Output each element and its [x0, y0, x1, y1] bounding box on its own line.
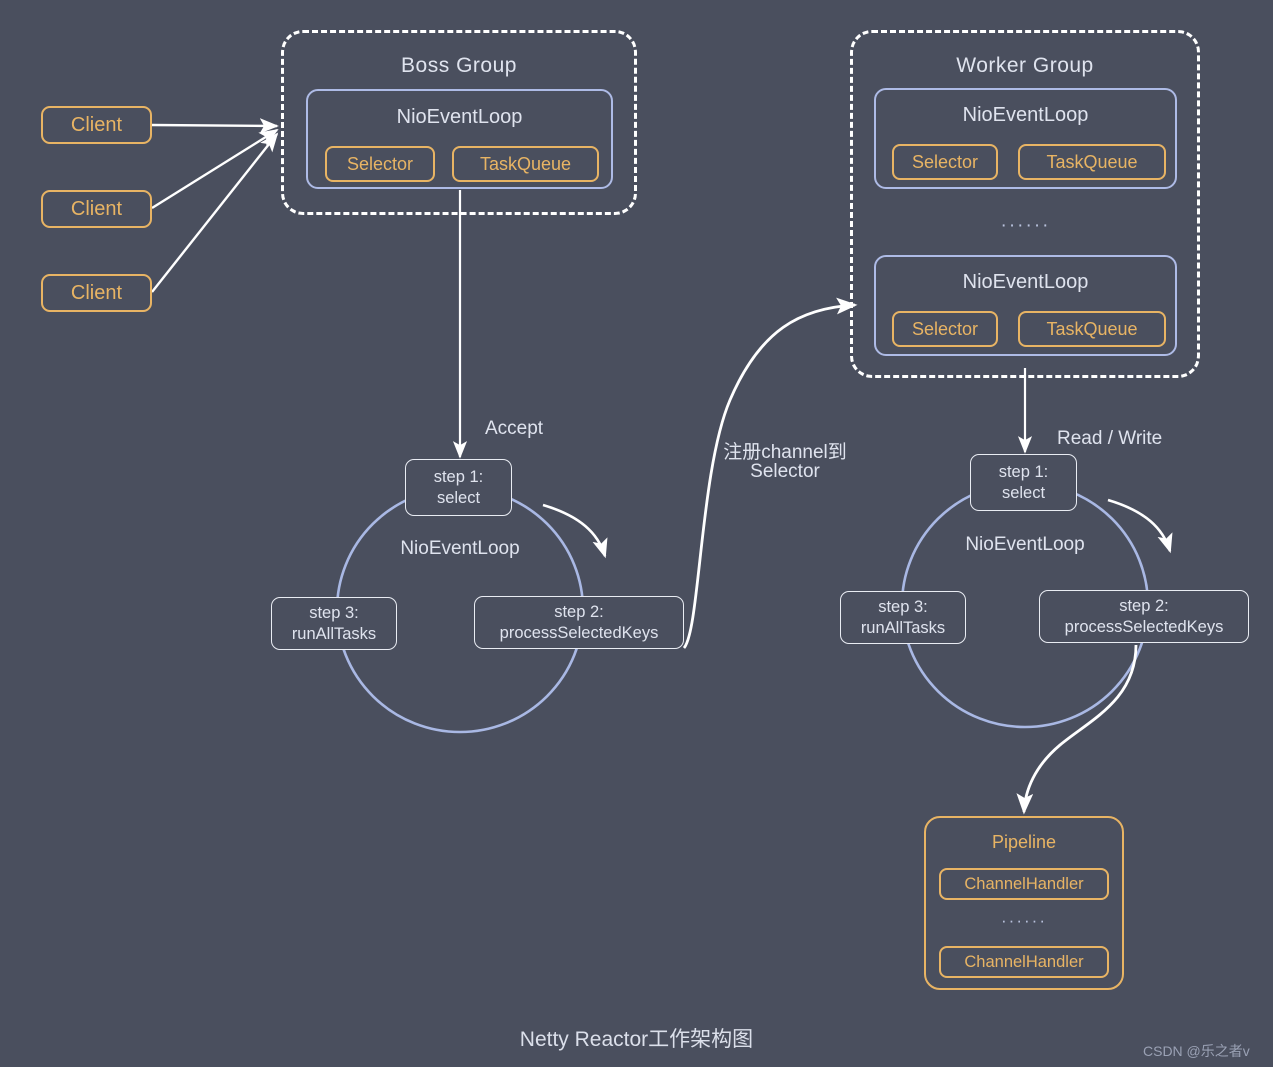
worker-step-2[interactable]: step 2: processSelectedKeys [1039, 590, 1249, 643]
client-label: Client [70, 113, 123, 136]
step-line-2: processSelectedKeys [1064, 617, 1224, 636]
step-line-1: step 2: [1119, 596, 1169, 615]
accept-label: Accept [485, 418, 544, 439]
read-write-label: Read / Write [1057, 428, 1163, 449]
boss-taskqueue-box[interactable]: TaskQueue [452, 146, 599, 182]
boss-step-3[interactable]: step 3: runAllTasks [271, 597, 397, 650]
client-box-1[interactable]: Client [41, 106, 152, 144]
taskqueue-label: TaskQueue [1046, 318, 1138, 339]
channel-handler-box-1[interactable]: ChannelHandler [939, 868, 1109, 900]
worker-taskqueue-box-2[interactable]: TaskQueue [1018, 311, 1166, 347]
worker-selector-box-2[interactable]: Selector [892, 311, 998, 347]
boss-step-2[interactable]: step 2: processSelectedKeys [474, 596, 684, 649]
worker-taskqueue-box-1[interactable]: TaskQueue [1018, 144, 1166, 180]
register-channel-label-line-2: Selector [750, 461, 820, 482]
step-line-2: processSelectedKeys [499, 623, 659, 642]
boss-group-title: Boss Group [401, 54, 517, 77]
worker-group-ellipsis: ······ [1000, 215, 1051, 236]
step-line-1: step 3: [309, 603, 359, 622]
selector-label: Selector [911, 318, 979, 339]
pipeline-title: Pipeline [991, 832, 1057, 852]
step-line-1: step 1: [998, 462, 1049, 481]
worker-step-3[interactable]: step 3: runAllTasks [840, 591, 966, 644]
pipeline-ellipsis: ······ [1001, 911, 1047, 930]
worker-step-1[interactable]: step 1: select [970, 454, 1077, 511]
taskqueue-label: TaskQueue [479, 153, 572, 174]
worker-loop-center-label: NioEventLoop [965, 534, 1085, 555]
client-to-boss-arrows [151, 118, 279, 293]
step-line-1: step 2: [554, 602, 604, 621]
boss-step-1[interactable]: step 1: select [405, 459, 512, 516]
worker-nioeventloop-title-2: NioEventLoop [962, 271, 1089, 293]
channel-handler-label: ChannelHandler [964, 952, 1084, 971]
step2-to-pipeline-arrow [1016, 644, 1138, 815]
selector-label: Selector [346, 153, 414, 174]
worker-selector-box-1[interactable]: Selector [892, 144, 998, 180]
register-channel-label-line-1: 注册channel到 [723, 442, 847, 463]
step-line-2: select [1001, 483, 1046, 502]
step-line-2: runAllTasks [291, 624, 377, 643]
taskqueue-label: TaskQueue [1046, 151, 1138, 172]
boss-selector-box[interactable]: Selector [325, 146, 435, 182]
worker-nioeventloop-title-1: NioEventLoop [962, 104, 1089, 126]
channel-handler-box-2[interactable]: ChannelHandler [939, 946, 1109, 978]
csdn-watermark: CSDN @乐之者v [1143, 1043, 1250, 1059]
step-line-1: step 3: [878, 597, 928, 616]
client-box-3[interactable]: Client [41, 274, 152, 312]
channel-handler-label: ChannelHandler [964, 874, 1084, 893]
diagram-canvas: Client Client Client Boss Group NioEvent… [0, 0, 1273, 1067]
client-label: Client [70, 197, 123, 220]
step-line-2: runAllTasks [860, 618, 946, 637]
step-line-1: step 1: [433, 467, 484, 486]
diagram-caption: Netty Reactor工作架构图 [519, 1028, 754, 1051]
worker-group-title: Worker Group [956, 54, 1094, 77]
selector-label: Selector [911, 151, 979, 172]
step-line-2: select [436, 488, 481, 507]
client-label: Client [70, 281, 123, 304]
boss-nioeventloop-title: NioEventLoop [396, 106, 523, 128]
client-box-2[interactable]: Client [41, 190, 152, 228]
boss-loop-center-label: NioEventLoop [400, 538, 520, 559]
